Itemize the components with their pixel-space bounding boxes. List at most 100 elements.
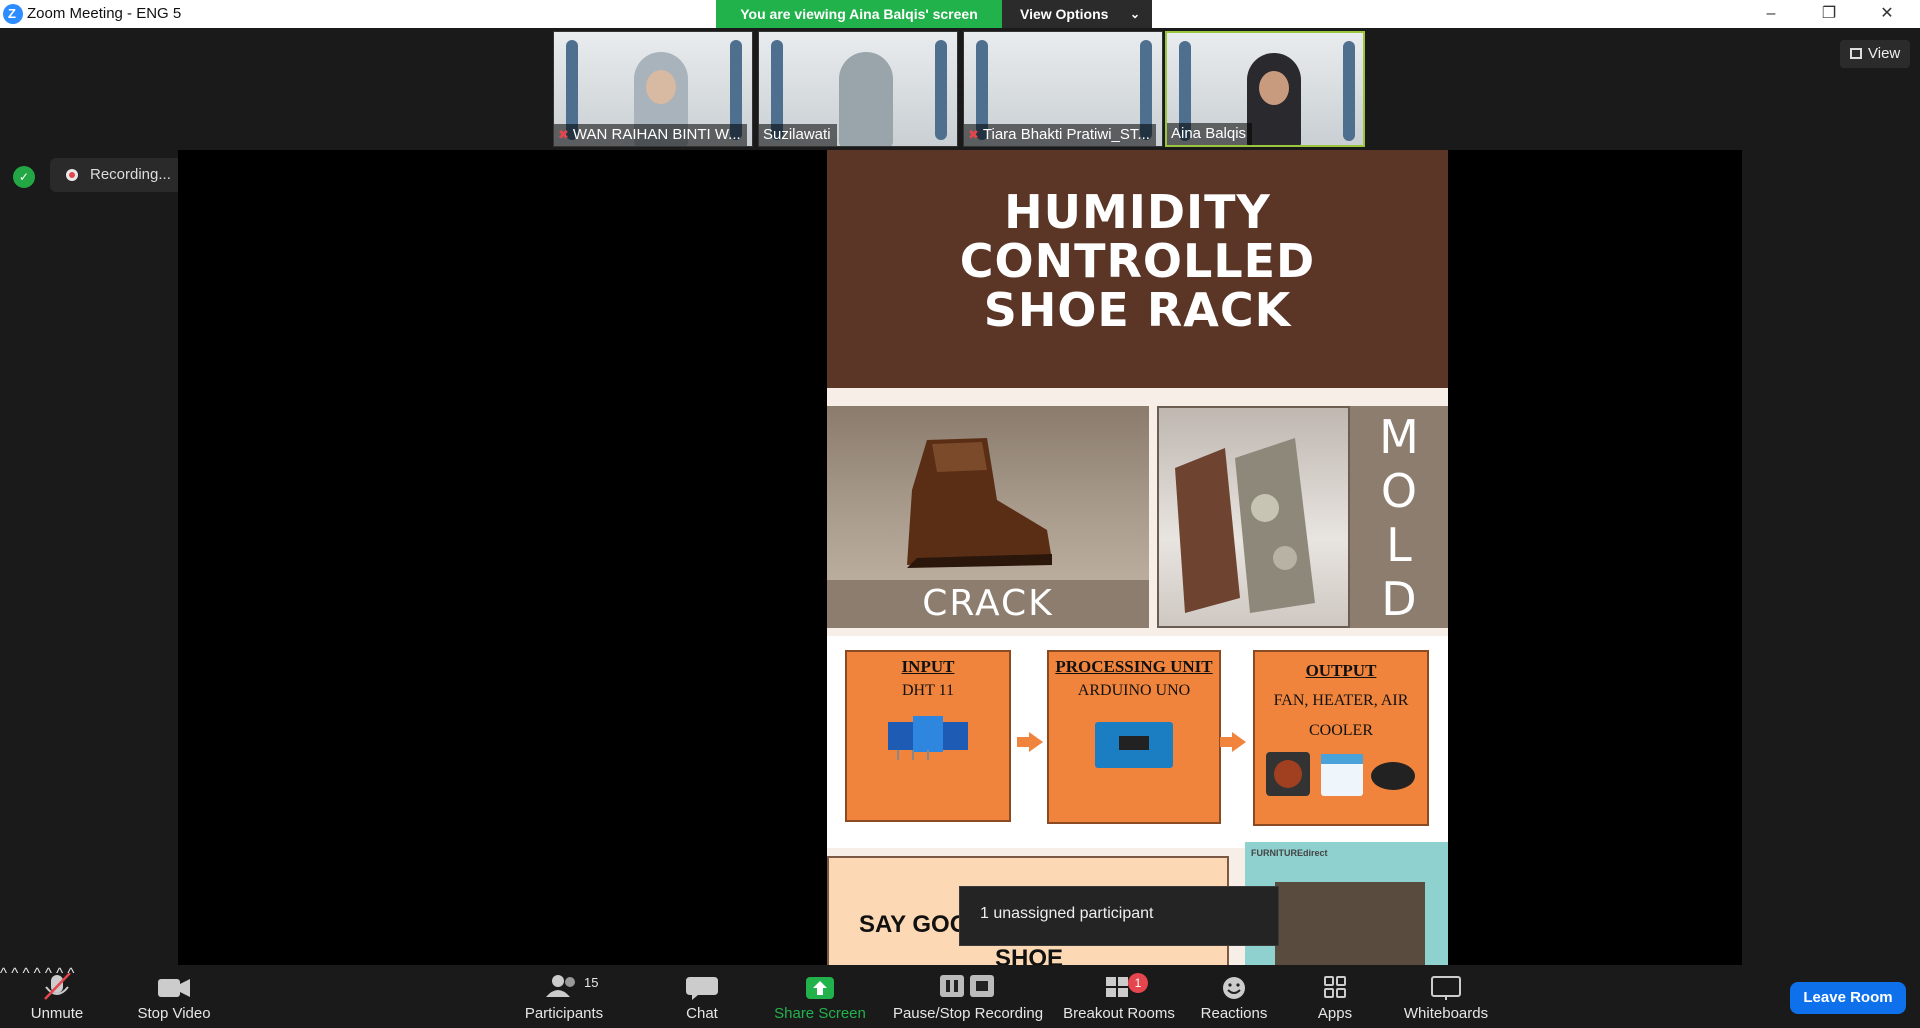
reactions-button[interactable]: Reactions bbox=[1196, 965, 1272, 1028]
unmute-button[interactable]: Unmute bbox=[20, 965, 94, 1028]
dht11-sensor-icon bbox=[888, 716, 968, 760]
chevron-down-icon: ⌄ bbox=[1129, 7, 1140, 21]
video-camera-icon bbox=[158, 979, 190, 997]
flow-heading: PROCESSING UNIT bbox=[1055, 657, 1213, 676]
participant-name-label: ✖ Tiara Bhakti Pratiwi_ST... bbox=[964, 124, 1156, 146]
output-devices-icon bbox=[1266, 752, 1415, 796]
cracked-boot-image: CRACK bbox=[827, 406, 1149, 628]
boot-illustration bbox=[907, 438, 1052, 568]
recording-dot-icon bbox=[66, 169, 78, 181]
flow-text: ARDUINO UNO bbox=[1077, 682, 1191, 699]
close-window-button[interactable]: ✕ bbox=[1864, 0, 1910, 28]
pause-stop-recording-label: Pause/Stop Recording bbox=[892, 1005, 1044, 1022]
participant-name: Aina Balqis bbox=[1171, 125, 1247, 142]
chat-label: Chat bbox=[686, 1005, 718, 1022]
mold-vertical-label: M O L D bbox=[1350, 406, 1448, 628]
restore-button[interactable]: ❐ bbox=[1806, 0, 1852, 28]
flow-input-box: INPUT DHT 11 bbox=[845, 650, 1011, 822]
smiley-reaction-icon bbox=[1223, 977, 1245, 999]
unmute-label: Unmute bbox=[30, 1005, 84, 1022]
reactions-label: Reactions bbox=[1200, 1005, 1268, 1022]
stop-video-label: Stop Video bbox=[137, 1005, 211, 1022]
crack-label: CRACK bbox=[827, 580, 1149, 628]
view-options-button[interactable]: View Options ⌄ bbox=[1002, 0, 1152, 28]
participant-name: WAN RAIHAN BINTI W... bbox=[572, 126, 741, 143]
recording-label: Recording... bbox=[90, 166, 171, 183]
pause-stop-recording-icon bbox=[940, 975, 994, 997]
slide-title-line: SHOE RACK bbox=[983, 283, 1292, 337]
slide-title-line: CONTROLLED bbox=[959, 234, 1316, 288]
mold-letter: M bbox=[1379, 410, 1419, 464]
mold-letter: D bbox=[1381, 572, 1417, 626]
flow-arrow-icon bbox=[1017, 732, 1043, 752]
arduino-uno-icon bbox=[1095, 722, 1173, 768]
meeting-toolbar: Unmute ^ Stop Video ^ 15 Participants Ch… bbox=[0, 965, 1920, 1028]
video-options-caret-icon[interactable]: ^ bbox=[11, 965, 18, 982]
whiteboards-button[interactable]: Whiteboards bbox=[1398, 965, 1494, 1028]
moldy-shoes-image bbox=[1157, 406, 1350, 628]
unassigned-participant-notification[interactable]: 1 unassigned participant bbox=[959, 886, 1279, 946]
view-options-label: View Options bbox=[1020, 6, 1109, 22]
moldy-shoes-illustration bbox=[1175, 438, 1315, 613]
chat-button[interactable]: Chat bbox=[672, 965, 732, 1028]
breakout-rooms-button[interactable]: 1 Breakout Rooms bbox=[1060, 965, 1178, 1028]
participant-name: Suzilawati bbox=[763, 126, 831, 143]
flow-output-box: OUTPUT FAN, HEATER, AIR COOLER bbox=[1253, 650, 1429, 826]
window-title: Zoom Meeting - ENG 5 bbox=[27, 5, 182, 22]
stop-video-button[interactable]: Stop Video bbox=[130, 965, 218, 1028]
participant-name-label: Suzilawati bbox=[759, 124, 837, 146]
viewing-screen-banner: You are viewing Aina Balqis' screen bbox=[716, 0, 1002, 28]
share-screen-icon bbox=[806, 977, 834, 999]
view-label: View bbox=[1868, 45, 1901, 62]
security-shield-icon[interactable]: ✓ bbox=[13, 166, 35, 188]
participant-face bbox=[646, 70, 676, 104]
share-screen-label: Share Screen bbox=[774, 1005, 866, 1022]
share-screen-button[interactable]: Share Screen bbox=[770, 965, 870, 1028]
banner-pillar bbox=[1343, 41, 1355, 141]
video-tile[interactable]: ✖ Tiara Bhakti Pratiwi_ST... bbox=[963, 31, 1163, 147]
participants-button[interactable]: 15 Participants bbox=[518, 965, 610, 1028]
flow-arrow-icon bbox=[1220, 732, 1246, 752]
video-tile[interactable]: Suzilawati bbox=[758, 31, 958, 147]
zoom-meeting-window: Zoom Meeting - ENG 5 You are viewing Ain… bbox=[0, 0, 1920, 1028]
furniture-brand-logo: FURNITUREdirect bbox=[1251, 848, 1328, 858]
slide-title: HUMIDITY CONTROLLED SHOE RACK bbox=[827, 150, 1448, 388]
participants-count: 15 bbox=[584, 975, 599, 990]
breakout-rooms-icon bbox=[1106, 977, 1128, 997]
participant-name-label: Aina Balqis bbox=[1167, 123, 1253, 145]
flow-text: FAN, HEATER, AIR COOLER bbox=[1273, 692, 1409, 739]
slide-title-line: HUMIDITY bbox=[1004, 185, 1271, 239]
flow-heading: INPUT bbox=[901, 657, 955, 676]
mic-muted-icon: ✖ bbox=[968, 127, 979, 142]
apps-icon bbox=[1324, 976, 1346, 998]
leave-room-button[interactable]: Leave Room bbox=[1790, 982, 1906, 1014]
chat-bubble-icon bbox=[686, 977, 718, 1000]
flow-heading: OUTPUT bbox=[1305, 661, 1377, 680]
shared-screen: HUMIDITY CONTROLLED SHOE RACK CRACK M O … bbox=[178, 150, 1742, 965]
participants-label: Participants bbox=[524, 1005, 604, 1022]
apps-button[interactable]: Apps bbox=[1305, 965, 1365, 1028]
participant-name: Tiara Bhakti Pratiwi_ST... bbox=[982, 126, 1150, 143]
breakout-rooms-badge: 1 bbox=[1128, 973, 1148, 993]
presentation-slide: HUMIDITY CONTROLLED SHOE RACK CRACK M O … bbox=[827, 150, 1448, 965]
view-layout-button[interactable]: View bbox=[1840, 40, 1910, 68]
whiteboard-icon bbox=[1431, 976, 1461, 1000]
breakout-rooms-label: Breakout Rooms bbox=[1063, 1005, 1175, 1022]
pause-stop-recording-button[interactable]: Pause/Stop Recording bbox=[890, 965, 1046, 1028]
video-tile-active-speaker[interactable]: Aina Balqis bbox=[1165, 31, 1365, 147]
whiteboards-label: Whiteboards bbox=[1403, 1005, 1489, 1022]
apps-label: Apps bbox=[1317, 1005, 1353, 1022]
microphone-muted-icon bbox=[44, 973, 71, 1000]
participant-face bbox=[1259, 71, 1289, 105]
video-tile[interactable]: ✖ WAN RAIHAN BINTI W... bbox=[553, 31, 753, 147]
banner-pillar bbox=[935, 40, 947, 140]
minimize-button[interactable]: – bbox=[1748, 0, 1794, 28]
shoe-cabinet bbox=[1275, 882, 1425, 965]
audio-options-caret-icon[interactable]: ^ bbox=[0, 965, 7, 982]
flow-text: DHT 11 bbox=[902, 682, 954, 699]
participant-video bbox=[839, 52, 893, 146]
grid-view-icon bbox=[1850, 48, 1862, 59]
mic-muted-icon: ✖ bbox=[558, 127, 569, 142]
participant-video-strip: ✖ WAN RAIHAN BINTI W... Suzilawati ✖ Tiara… bbox=[553, 31, 1369, 147]
mold-letter: O bbox=[1380, 464, 1418, 518]
